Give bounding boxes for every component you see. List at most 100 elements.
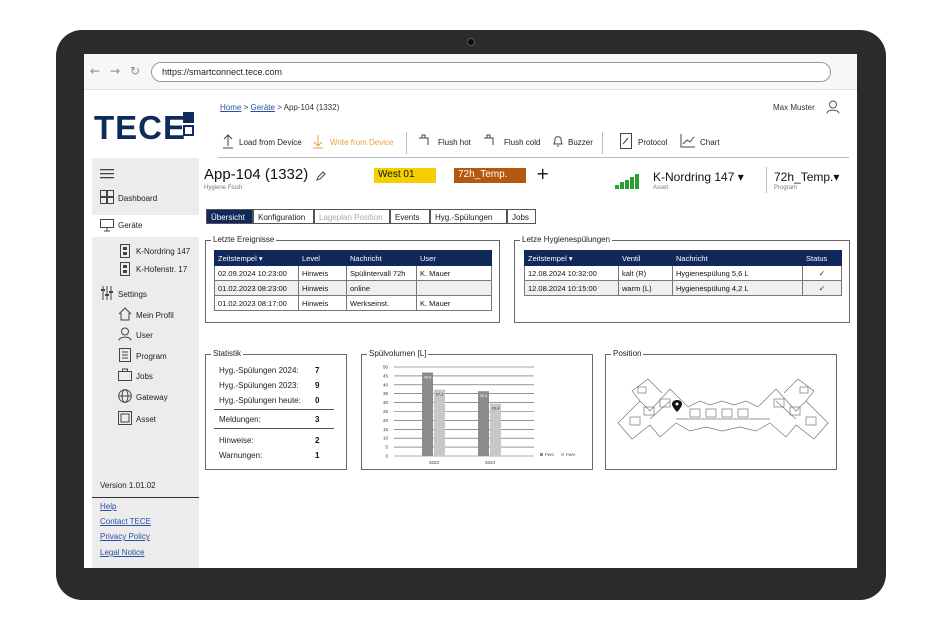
sidebar-item-label: Dashboard xyxy=(118,194,158,203)
program-select[interactable]: 72h_Temp.▾ xyxy=(774,170,839,184)
check-icon: ✓ xyxy=(802,280,842,296)
bar-pwc xyxy=(422,372,433,456)
panel-icon xyxy=(120,262,130,276)
help-link[interactable]: Help xyxy=(100,502,116,511)
screen: ← → ↻ https://smartconnect.tece.com TECE… xyxy=(84,54,857,568)
check-icon: ✓ xyxy=(802,265,842,281)
user-menu[interactable]: Max Muster xyxy=(773,103,815,112)
position-panel: Position xyxy=(605,349,837,470)
stat-label: Meldungen: xyxy=(219,415,261,424)
y-tick-label: 50 xyxy=(383,365,389,370)
stat-label: Hyg.-Spülungen 2024: xyxy=(219,366,299,375)
tab-events[interactable]: Events xyxy=(390,209,430,224)
bar-pwh xyxy=(490,403,501,456)
privacy-link[interactable]: Privacy Policy xyxy=(100,532,150,541)
statistics-title: Statistik xyxy=(211,349,244,358)
stat-label: Hyg.-Spülungen 2023: xyxy=(219,381,299,390)
tab-konfiguration[interactable]: Konfiguration xyxy=(253,209,314,224)
faucet-icon xyxy=(419,134,429,145)
legend-swatch xyxy=(540,453,543,456)
column-header: Nachricht xyxy=(346,250,417,266)
program-caption: Program xyxy=(774,185,798,191)
y-tick-label: 20 xyxy=(383,418,389,423)
table-header: Zeitstempel ▾ Ventil Nachricht Status xyxy=(524,250,842,266)
table-row[interactable]: 01.02.2023 08:17:00 Hinweis Werkseinst. K. … xyxy=(214,295,492,311)
asset-icon xyxy=(118,411,132,425)
back-icon[interactable]: ← xyxy=(90,64,100,78)
faucet-icon xyxy=(484,134,494,145)
bell-icon xyxy=(553,136,563,147)
add-tag-button[interactable]: + xyxy=(536,164,549,183)
home-icon xyxy=(118,307,132,321)
table-row[interactable]: 12.08.2024 10:32:00 kalt (R) Hygienespülun… xyxy=(524,265,842,281)
legend-label: PWH xyxy=(566,452,575,457)
program-tag[interactable]: 72h_Temp. xyxy=(454,168,526,183)
sidebar-item-label: Asset xyxy=(136,415,157,424)
tece-logo: TECE xyxy=(94,109,194,147)
y-tick-label: 35 xyxy=(383,391,389,396)
flushes-table: Zeitstempel ▾ Ventil Nachricht Status 12… xyxy=(524,250,842,296)
toolbar: Load from Device Write from Device Flush… xyxy=(218,130,849,158)
address-bar[interactable]: https://smartconnect.tece.com xyxy=(151,62,831,82)
edit-icon[interactable] xyxy=(316,171,326,181)
column-header[interactable]: Zeitstempel ▾ xyxy=(524,250,619,266)
tab-hyg-spuelungen[interactable]: Hyg.-Spülungen xyxy=(430,209,507,224)
y-tick-label: 45 xyxy=(383,373,389,378)
column-header[interactable]: Zeitstempel ▾ xyxy=(214,250,299,266)
upload-icon xyxy=(223,134,233,149)
column-header: Nachricht xyxy=(672,250,803,266)
version-label: Version 1.01.02 xyxy=(100,481,156,490)
floor-plan[interactable] xyxy=(610,361,834,465)
bar-pwc xyxy=(478,391,489,456)
breadcrumb-devices[interactable]: Geräte xyxy=(250,103,274,112)
sidebar-item-label: Settings xyxy=(118,290,147,299)
device-icon xyxy=(100,219,114,232)
stat-value: 7 xyxy=(315,366,320,375)
briefcase-icon xyxy=(118,368,132,381)
download-icon xyxy=(313,135,323,149)
sliders-icon xyxy=(101,286,113,300)
position-title: Position xyxy=(611,349,644,358)
asset-select[interactable]: K-Nordring 147 ▾ xyxy=(653,170,744,184)
stat-label: Warnungen: xyxy=(219,451,263,460)
y-tick-label: 0 xyxy=(385,454,388,459)
menu-icon[interactable] xyxy=(100,168,114,180)
legal-link[interactable]: Legal Notice xyxy=(100,548,144,557)
data-label: 46,9 xyxy=(424,375,433,380)
volume-chart-panel: Spülvolumen [L] 0 5 10 15 20 25 30 35 40 45 50 46,9… xyxy=(361,349,593,470)
tab-lageplan-position[interactable]: Lageplan Position xyxy=(314,209,390,224)
stat-value: 9 xyxy=(315,381,320,390)
tab-uebersicht[interactable]: Übersicht xyxy=(206,209,253,224)
y-tick-label: 10 xyxy=(383,436,389,441)
contact-link[interactable]: Contact TECE xyxy=(100,517,151,526)
tab-jobs[interactable]: Jobs xyxy=(507,209,536,224)
table-row[interactable]: 02.09.2024 10:23:00 Hinweis Spülintervall … xyxy=(214,265,492,281)
column-header: Level xyxy=(298,250,347,266)
column-header: User xyxy=(416,250,492,266)
legend-label: PWC xyxy=(545,452,554,457)
flushes-panel: Letze Hygienespülungen Zeitstempel ▾ Ven… xyxy=(514,235,850,323)
table-row[interactable]: 12.08.2024 10:15:00 warm (L) Hygienespülun… xyxy=(524,280,842,296)
data-label: 36,4 xyxy=(480,393,489,398)
data-label: 37,3 xyxy=(436,392,445,397)
table-row[interactable]: 01.02.2023 08:23:00 Hinweis online xyxy=(214,280,492,296)
forward-icon[interactable]: → xyxy=(110,64,120,78)
user-icon xyxy=(118,327,132,341)
reload-icon[interactable]: ↻ xyxy=(130,64,140,78)
volume-chart: 0 5 10 15 20 25 30 35 40 45 50 46,9 37,3 2023 36,4 29,4… xyxy=(383,365,575,466)
column-header: Ventil xyxy=(618,250,673,266)
signal-strength-icon xyxy=(615,174,639,189)
y-tick-label: 30 xyxy=(383,400,389,405)
breadcrumb-home[interactable]: Home xyxy=(220,103,241,112)
legend-swatch xyxy=(561,453,564,456)
location-tag[interactable]: West 01 xyxy=(374,168,436,183)
sidebar-item-label: Mein Profil xyxy=(136,311,174,320)
stat-value: 2 xyxy=(315,436,320,445)
stat-value: 1 xyxy=(315,451,320,460)
user-icon[interactable] xyxy=(826,100,840,114)
x-tick-label: 2023 xyxy=(429,460,440,465)
breadcrumb-current: App-104 (1332) xyxy=(283,103,340,112)
browser-toolbar: ← → ↻ https://smartconnect.tece.com xyxy=(84,54,857,90)
camera-icon xyxy=(467,38,475,46)
location-pin-icon xyxy=(672,400,682,412)
